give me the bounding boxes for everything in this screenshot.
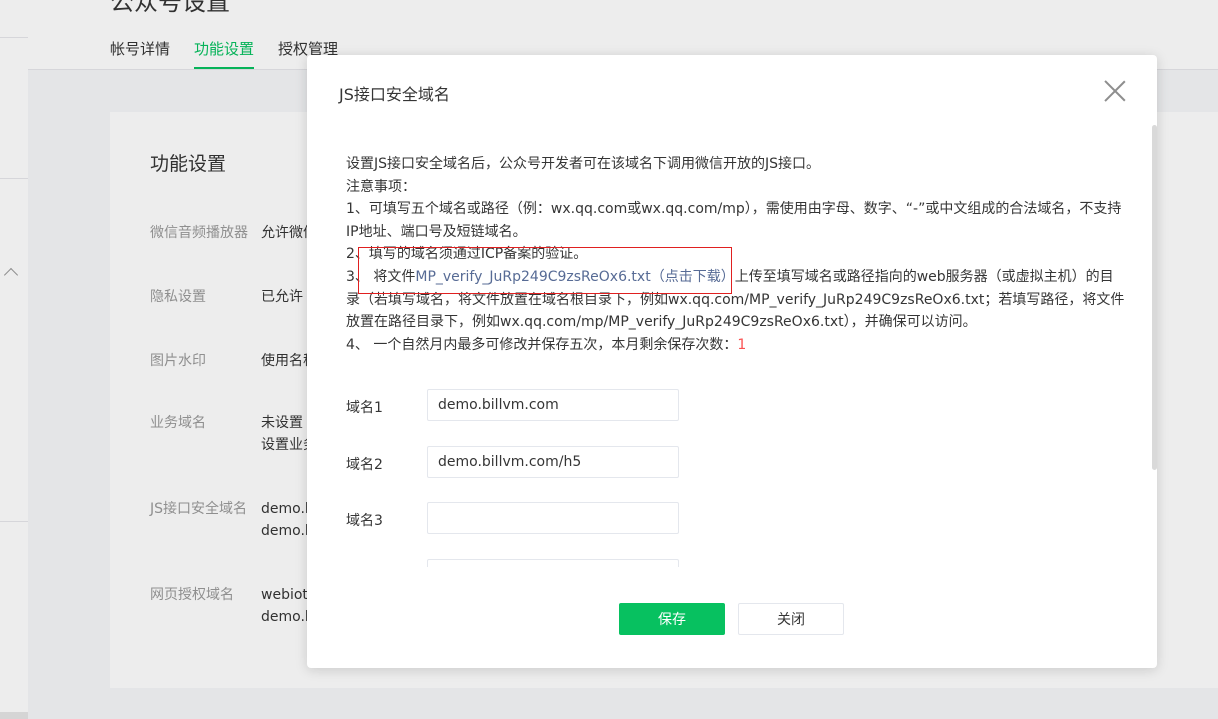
note-4-prefix: 4、 一个自然月内最多可修改并保存五次，本月剩余保存次数： bbox=[346, 336, 738, 353]
domain-label: 域名2 bbox=[346, 457, 383, 473]
domain-row-3: 域名3 bbox=[346, 502, 686, 535]
domain-row-2: 域名2 bbox=[346, 446, 686, 479]
domain-input-2[interactable] bbox=[427, 446, 679, 478]
close-icon[interactable] bbox=[1103, 79, 1127, 103]
domain-row-1: 域名1 bbox=[346, 389, 686, 422]
remaining-save-count: 1 bbox=[737, 336, 747, 353]
close-button[interactable]: 关闭 bbox=[738, 603, 844, 635]
note-4: 4、 一个自然月内最多可修改并保存五次，本月剩余保存次数：1 bbox=[346, 334, 1126, 357]
scroll-clip bbox=[307, 555, 1157, 567]
domain-input-4[interactable] bbox=[427, 559, 679, 567]
dialog-title: JS接口安全域名 bbox=[339, 85, 450, 104]
js-domain-dialog: JS接口安全域名 设置JS接口安全域名后，公众号开发者可在该域名下调用微信开放的… bbox=[307, 55, 1157, 668]
highlight-annotation-box bbox=[358, 247, 732, 294]
domain-label: 域名1 bbox=[346, 400, 383, 416]
domain-input-3[interactable] bbox=[427, 502, 679, 534]
note-1: 1、可填写五个域名或路径（例：wx.qq.com或wx.qq.com/mp），需… bbox=[346, 201, 1122, 240]
notice-heading: 注意事项： bbox=[346, 178, 416, 195]
intro-text: 设置JS接口安全域名后，公众号开发者可在该域名下调用微信开放的JS接口。 bbox=[346, 156, 821, 172]
domain-label: 域名3 bbox=[346, 513, 383, 529]
dialog-scrollbar[interactable] bbox=[1152, 125, 1157, 470]
save-button[interactable]: 保存 bbox=[619, 603, 725, 635]
domain-input-1[interactable] bbox=[427, 389, 679, 421]
